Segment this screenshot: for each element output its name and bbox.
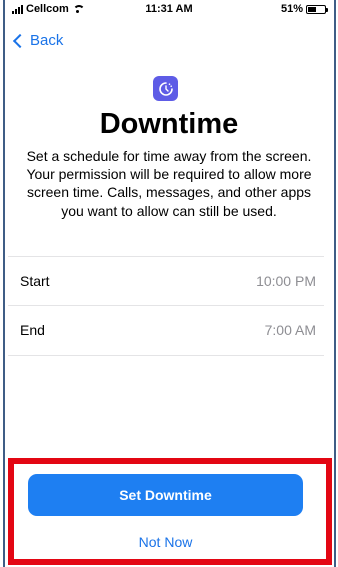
status-bar: Cellcom 11:31 AM 51% [8,0,330,18]
chevron-left-icon [12,33,28,48]
battery-percent: 51% [280,3,303,15]
set-downtime-button[interactable]: Set Downtime [28,474,303,516]
status-right: 51% [280,3,328,15]
schedule-row-end[interactable]: End 7:00 AM [20,307,316,353]
frame-right-edge [334,0,336,567]
battery-icon [306,4,328,14]
not-now-button[interactable]: Not Now [28,534,303,550]
schedule-row-start[interactable]: Start 10:00 PM [20,258,316,304]
divider-bottom [8,355,324,356]
schedule-row-label: End [20,322,45,338]
schedule-row-value: 7:00 AM [264,322,316,338]
divider-middle [8,305,324,306]
back-label: Back [30,32,64,49]
downtime-clock-icon [153,76,178,101]
back-button[interactable]: Back [12,32,63,49]
schedule-row-value: 10:00 PM [256,273,316,289]
schedule-row-label: Start [20,273,50,289]
divider-top [8,256,324,257]
page-description: Set a schedule for time away from the sc… [26,148,312,219]
page-title: Downtime [99,108,239,140]
frame-left-edge [3,0,5,567]
